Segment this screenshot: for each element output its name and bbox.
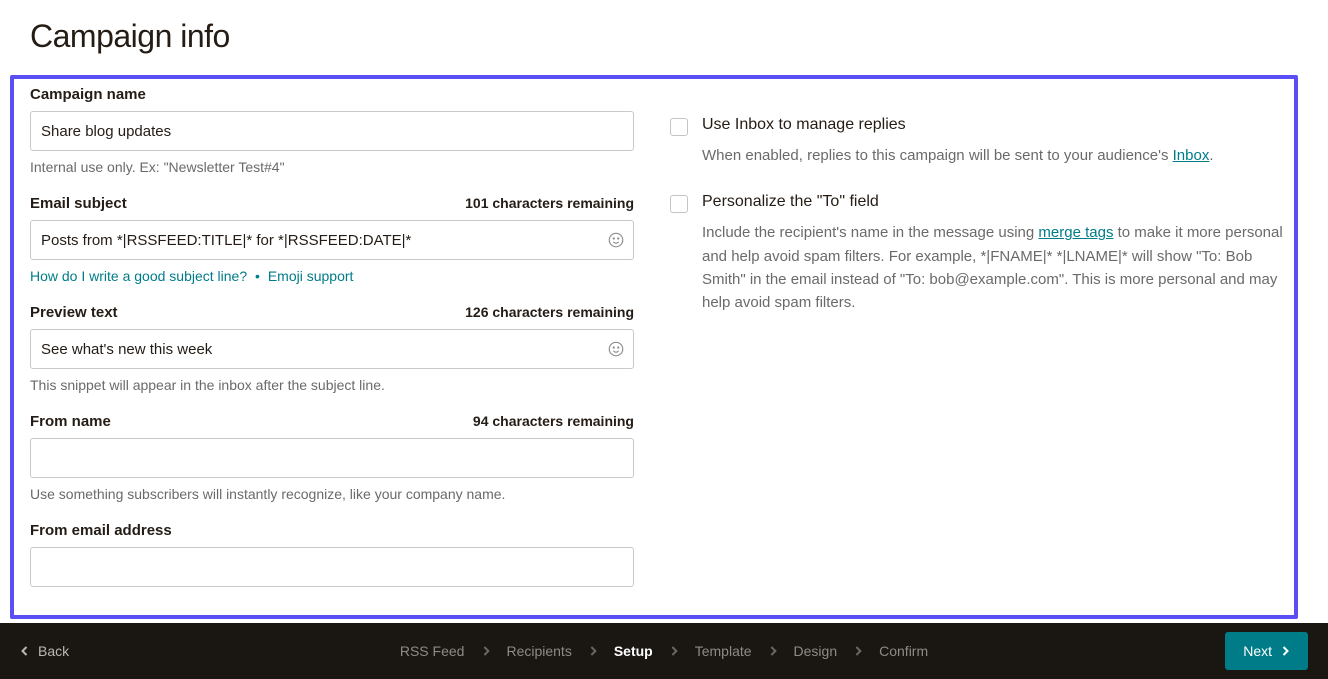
back-label: Back <box>38 643 69 659</box>
separator-dot: • <box>255 268 260 284</box>
campaign-name-input[interactable] <box>30 111 634 151</box>
personalize-to-checkbox[interactable] <box>670 195 688 213</box>
from-email-label: From email address <box>30 522 172 539</box>
chevron-right-icon <box>588 646 598 656</box>
from-name-label: From name <box>30 413 111 430</box>
wizard-footer: Back RSS Feed Recipients Setup Template Desi… <box>0 623 1328 679</box>
preview-text-help: This snippet will appear in the inbox af… <box>30 377 634 393</box>
field-preview-text: Preview text 126 characters remaining Th… <box>30 304 634 393</box>
step-recipients[interactable]: Recipients <box>506 643 571 659</box>
campaign-name-label: Campaign name <box>30 86 146 103</box>
step-template[interactable]: Template <box>695 643 752 659</box>
back-button[interactable]: Back <box>20 643 69 659</box>
field-from-name: From name 94 characters remaining Use so… <box>30 413 634 502</box>
chevron-right-icon <box>669 646 679 656</box>
from-name-char-count: 94 characters remaining <box>473 413 634 429</box>
preview-text-label: Preview text <box>30 304 118 321</box>
emoji-picker-button[interactable] <box>606 339 626 359</box>
chevron-right-icon <box>768 646 778 656</box>
from-name-help: Use something subscribers will instantly… <box>30 486 634 502</box>
step-design[interactable]: Design <box>794 643 838 659</box>
emoji-picker-button[interactable] <box>606 230 626 250</box>
inbox-link[interactable]: Inbox <box>1173 147 1210 164</box>
smiley-icon <box>607 340 625 358</box>
inbox-replies-option: Use Inbox to manage replies When enabled… <box>670 116 1288 167</box>
emoji-support-link[interactable]: Emoji support <box>268 268 354 284</box>
field-from-email: From email address <box>30 522 634 587</box>
subject-line-help-link[interactable]: How do I write a good subject line? <box>30 268 247 284</box>
wizard-steps: RSS Feed Recipients Setup Template Design Con… <box>400 643 928 659</box>
from-name-input[interactable] <box>30 438 634 478</box>
chevron-right-icon <box>853 646 863 656</box>
inbox-replies-label: Use Inbox to manage replies <box>702 116 1288 134</box>
preview-text-char-count: 126 characters remaining <box>465 304 634 320</box>
inbox-replies-desc: When enabled, replies to this campaign w… <box>702 144 1288 167</box>
email-subject-label: Email subject <box>30 195 127 212</box>
form-right-column: Use Inbox to manage replies When enabled… <box>670 86 1288 587</box>
inbox-replies-checkbox[interactable] <box>670 118 688 136</box>
step-setup[interactable]: Setup <box>614 643 653 659</box>
form-left-column: Campaign name Internal use only. Ex: "Ne… <box>30 86 634 587</box>
next-button[interactable]: Next <box>1225 632 1308 670</box>
chevron-right-icon <box>1280 646 1290 656</box>
step-rss-feed[interactable]: RSS Feed <box>400 643 465 659</box>
preview-text-input[interactable] <box>30 329 634 369</box>
page-title: Campaign info <box>0 0 1328 55</box>
personalize-to-label: Personalize the "To" field <box>702 193 1288 211</box>
chevron-right-icon <box>480 646 490 656</box>
smiley-icon <box>607 231 625 249</box>
merge-tags-link[interactable]: merge tags <box>1038 224 1113 241</box>
from-email-input[interactable] <box>30 547 634 587</box>
next-label: Next <box>1243 643 1272 659</box>
email-subject-help-links: How do I write a good subject line? • Em… <box>30 268 634 284</box>
chevron-left-icon <box>20 646 30 656</box>
email-subject-input[interactable] <box>30 220 634 260</box>
personalize-to-option: Personalize the "To" field Include the r… <box>670 193 1288 314</box>
field-email-subject: Email subject 101 characters remaining H… <box>30 195 634 284</box>
email-subject-char-count: 101 characters remaining <box>465 195 634 211</box>
campaign-name-help: Internal use only. Ex: "Newsletter Test#… <box>30 159 634 175</box>
field-campaign-name: Campaign name Internal use only. Ex: "Ne… <box>30 86 634 175</box>
step-confirm[interactable]: Confirm <box>879 643 928 659</box>
personalize-to-desc: Include the recipient's name in the mess… <box>702 221 1288 314</box>
